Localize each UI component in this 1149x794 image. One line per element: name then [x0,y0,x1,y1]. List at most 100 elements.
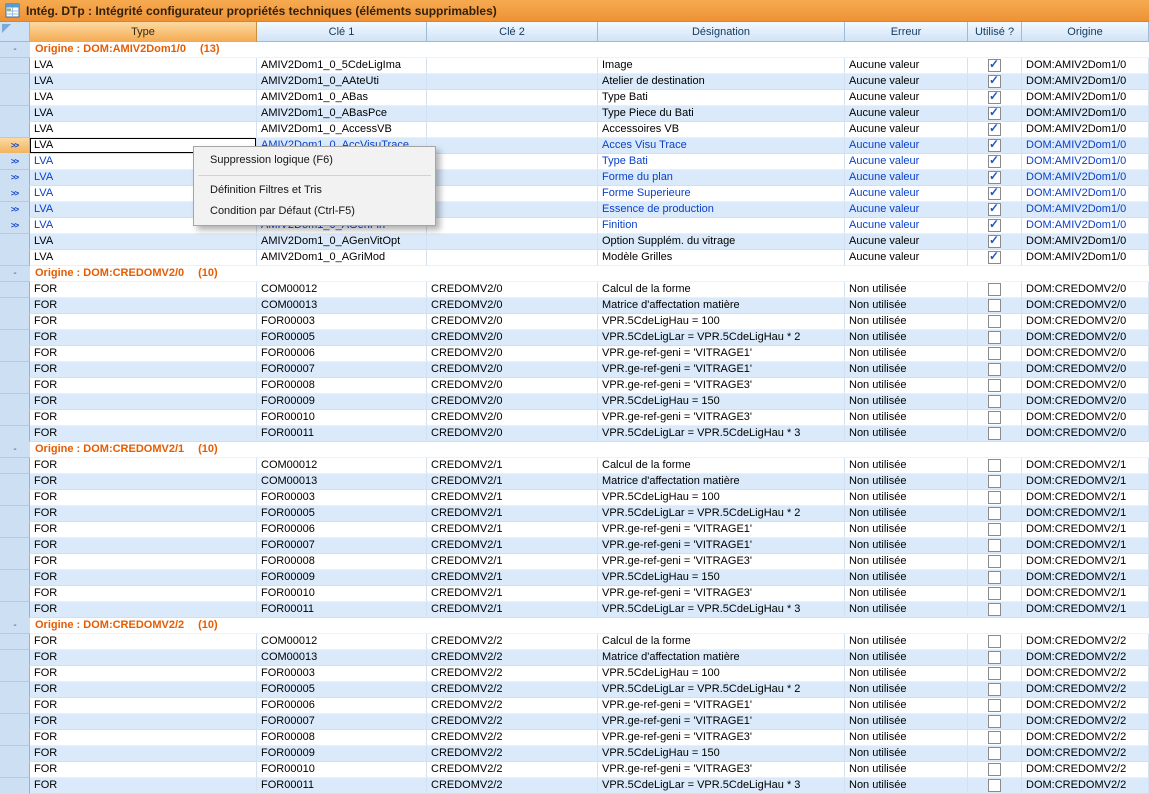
cell-erreur[interactable]: Aucune valeur [845,154,968,170]
table-row[interactable]: FORFOR00006CREDOMV2/1VPR.ge-ref-geni = '… [0,522,1149,538]
cell-type[interactable]: FOR [30,330,257,346]
row-marker[interactable] [0,746,30,762]
cell-cle1[interactable]: FOR00009 [257,394,427,410]
cell-origine[interactable]: DOM:CREDOMV2/0 [1022,394,1149,410]
cell-erreur[interactable]: Non utilisée [845,554,968,570]
cell-utilise[interactable] [968,714,1022,730]
cell-cle1[interactable]: FOR00005 [257,330,427,346]
cell-type[interactable]: FOR [30,506,257,522]
cell-origine[interactable]: DOM:AMIV2Dom1/0 [1022,106,1149,122]
used-checkbox[interactable] [988,555,1001,568]
used-checkbox[interactable] [988,59,1001,72]
cell-utilise[interactable] [968,634,1022,650]
table-row[interactable]: FORCOM00012CREDOMV2/1Calcul de la formeN… [0,458,1149,474]
cell-utilise[interactable] [968,282,1022,298]
cell-utilise[interactable] [968,570,1022,586]
cell-cle1[interactable]: FOR00006 [257,346,427,362]
cell-designation[interactable]: Atelier de destination [598,74,845,90]
row-marker[interactable]: >> [0,202,30,218]
cell-utilise[interactable] [968,394,1022,410]
cell-designation[interactable]: Forme Superieure [598,186,845,202]
cell-cle1[interactable]: FOR00006 [257,522,427,538]
cell-cle1[interactable]: FOR00009 [257,570,427,586]
cell-cle2[interactable]: CREDOMV2/1 [427,554,598,570]
table-row[interactable]: FORFOR00003CREDOMV2/0VPR.5CdeLigHau = 10… [0,314,1149,330]
cell-cle2[interactable]: CREDOMV2/1 [427,586,598,602]
cell-type[interactable]: FOR [30,474,257,490]
row-marker[interactable] [0,330,30,346]
cell-cle1[interactable]: AMIV2Dom1_0_AccessVB [257,122,427,138]
cell-origine[interactable]: DOM:AMIV2Dom1/0 [1022,90,1149,106]
cell-designation[interactable]: Matrice d'affectation matière [598,650,845,666]
cell-cle2[interactable]: CREDOMV2/2 [427,682,598,698]
cell-utilise[interactable] [968,250,1022,266]
group-collapse-toggle[interactable]: - [0,442,30,458]
cell-designation[interactable]: VPR.5CdeLigHau = 100 [598,666,845,682]
row-marker[interactable]: >> [0,154,30,170]
row-marker[interactable] [0,682,30,698]
table-row[interactable]: FORCOM00013CREDOMV2/1Matrice d'affectati… [0,474,1149,490]
cell-origine[interactable]: DOM:AMIV2Dom1/0 [1022,58,1149,74]
row-marker[interactable] [0,298,30,314]
cell-utilise[interactable] [968,682,1022,698]
cell-type[interactable]: FOR [30,698,257,714]
cell-erreur[interactable]: Non utilisée [845,346,968,362]
table-row[interactable]: LVAAMIV2Dom1_0_ABasPceType Piece du Bati… [0,106,1149,122]
row-marker[interactable] [0,314,30,330]
cell-designation[interactable]: VPR.5CdeLigHau = 100 [598,314,845,330]
cell-utilise[interactable] [968,586,1022,602]
cell-origine[interactable]: DOM:CREDOMV2/0 [1022,378,1149,394]
cell-cle2[interactable] [427,234,598,250]
cell-cle2[interactable] [427,154,598,170]
cell-origine[interactable]: DOM:CREDOMV2/1 [1022,602,1149,618]
row-marker[interactable] [0,58,30,74]
cell-cle2[interactable]: CREDOMV2/2 [427,666,598,682]
used-checkbox[interactable] [988,203,1001,216]
cell-type[interactable]: LVA [30,106,257,122]
cell-type[interactable]: FOR [30,746,257,762]
cell-cle2[interactable]: CREDOMV2/0 [427,298,598,314]
cell-cle2[interactable] [427,122,598,138]
row-marker[interactable] [0,554,30,570]
row-marker[interactable] [0,378,30,394]
cell-cle1[interactable]: FOR00009 [257,746,427,762]
used-checkbox[interactable] [988,747,1001,760]
cell-designation[interactable]: Calcul de la forme [598,282,845,298]
row-marker[interactable] [0,730,30,746]
cell-designation[interactable]: Calcul de la forme [598,458,845,474]
table-row[interactable]: FORFOR00008CREDOMV2/0VPR.ge-ref-geni = '… [0,378,1149,394]
cell-utilise[interactable] [968,298,1022,314]
cell-erreur[interactable]: Non utilisée [845,586,968,602]
cell-erreur[interactable]: Non utilisée [845,570,968,586]
cell-designation[interactable]: Type Bati [598,90,845,106]
cell-type[interactable]: FOR [30,426,257,442]
cell-origine[interactable]: DOM:AMIV2Dom1/0 [1022,186,1149,202]
cell-erreur[interactable]: Non utilisée [845,730,968,746]
cell-designation[interactable]: Option Supplém. du vitrage [598,234,845,250]
cell-designation[interactable]: VPR.5CdeLigLar = VPR.5CdeLigHau * 2 [598,506,845,522]
cell-origine[interactable]: DOM:AMIV2Dom1/0 [1022,74,1149,90]
row-marker[interactable]: >> [0,186,30,202]
menu-item[interactable]: Suppression logique (F6) [196,150,433,171]
table-row[interactable]: FORFOR00003CREDOMV2/2VPR.5CdeLigHau = 10… [0,666,1149,682]
cell-cle2[interactable] [427,170,598,186]
cell-type[interactable]: FOR [30,346,257,362]
cell-cle2[interactable] [427,218,598,234]
cell-utilise[interactable] [968,650,1022,666]
cell-cle2[interactable]: CREDOMV2/2 [427,746,598,762]
cell-origine[interactable]: DOM:CREDOMV2/0 [1022,362,1149,378]
cell-cle2[interactable] [427,202,598,218]
cell-cle2[interactable]: CREDOMV2/0 [427,314,598,330]
cell-designation[interactable]: VPR.ge-ref-geni = 'VITRAGE3' [598,730,845,746]
table-row[interactable]: LVAAMIV2Dom1_0_AGenVitOptOption Supplém.… [0,234,1149,250]
used-checkbox[interactable] [988,491,1001,504]
cell-designation[interactable]: Image [598,58,845,74]
cell-type[interactable]: FOR [30,602,257,618]
cell-cle2[interactable]: CREDOMV2/2 [427,762,598,778]
cell-utilise[interactable] [968,106,1022,122]
table-row[interactable]: FORFOR00007CREDOMV2/2VPR.ge-ref-geni = '… [0,714,1149,730]
row-marker[interactable] [0,650,30,666]
cell-origine[interactable]: DOM:CREDOMV2/0 [1022,330,1149,346]
table-row[interactable]: FORCOM00012CREDOMV2/2Calcul de la formeN… [0,634,1149,650]
used-checkbox[interactable] [988,315,1001,328]
